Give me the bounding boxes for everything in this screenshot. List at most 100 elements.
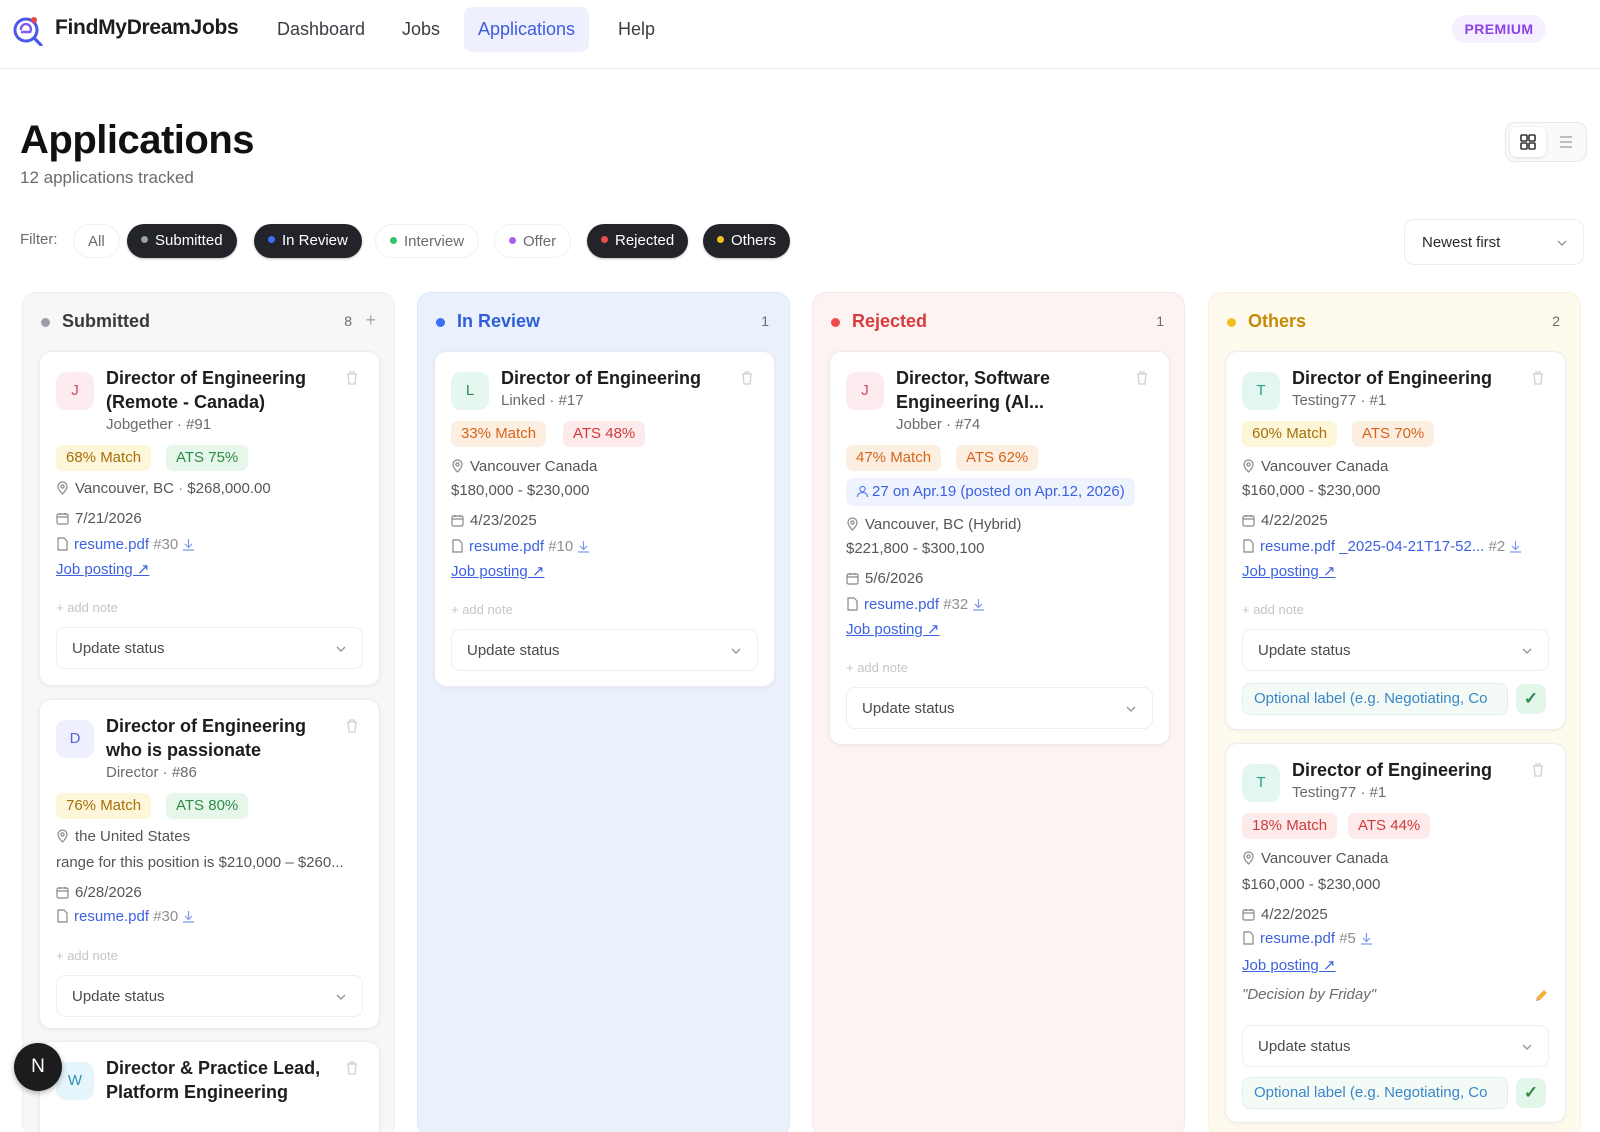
add-card-icon[interactable]: +: [365, 310, 376, 331]
logo-icon[interactable]: [12, 14, 44, 46]
filter-chip-submitted[interactable]: Submitted: [127, 224, 237, 258]
status-placeholder: Update status: [1258, 1038, 1351, 1055]
job-posting-link[interactable]: Job posting ↗: [1242, 563, 1335, 580]
download-icon[interactable]: [182, 538, 195, 551]
pencil-icon[interactable]: [1533, 988, 1549, 1004]
filter-chip-offer[interactable]: Offer: [494, 224, 572, 258]
resume-link[interactable]: resume.pdf: [469, 538, 544, 555]
job-title[interactable]: Director of Engineering: [1292, 758, 1522, 782]
confirm-label-button[interactable]: ✓: [1516, 684, 1546, 714]
location-row: Vancouver, BC · $268,000.00: [56, 480, 271, 497]
nav-help[interactable]: Help: [604, 7, 669, 52]
resume-link[interactable]: resume.pdf: [74, 908, 149, 925]
add-note-button[interactable]: + add note: [451, 602, 513, 617]
job-title[interactable]: Director of Engineering who is passionat…: [106, 714, 336, 762]
job-title[interactable]: Director of Engineering: [1292, 366, 1522, 390]
resume-id: #30: [153, 908, 179, 925]
resume-link[interactable]: resume.pdf: [74, 536, 149, 553]
trash-icon[interactable]: [1531, 762, 1545, 778]
filter-chip-rejected[interactable]: Rejected: [587, 224, 689, 258]
download-icon[interactable]: [182, 910, 195, 923]
sort-select[interactable]: Newest first: [1404, 219, 1584, 265]
applied-date: 7/21/2026: [75, 510, 142, 527]
location-pin-icon: [452, 459, 463, 473]
download-icon[interactable]: [1509, 540, 1522, 553]
column-title: Rejected: [852, 311, 928, 331]
job-title[interactable]: Director, Software Engineering (AI...: [896, 366, 1126, 414]
add-note-button[interactable]: + add note: [846, 660, 908, 675]
salary-row: $180,000 - $230,000: [451, 482, 589, 499]
filter-chip-others[interactable]: Others: [703, 224, 791, 258]
filter-chip-in-review[interactable]: In Review: [254, 224, 362, 258]
chevron-down-icon: [336, 994, 346, 1001]
nav-jobs[interactable]: Jobs: [388, 7, 454, 52]
resume-link[interactable]: resume.pdf: [1260, 930, 1335, 947]
trash-icon[interactable]: [345, 370, 359, 386]
custom-label-input[interactable]: Optional label (e.g. Negotiating, Co: [1242, 1077, 1508, 1109]
board-view-button[interactable]: [1510, 127, 1546, 157]
person-icon: [856, 485, 869, 498]
trash-icon[interactable]: [345, 718, 359, 734]
trash-icon[interactable]: [1135, 370, 1149, 386]
custom-label-input[interactable]: Optional label (e.g. Negotiating, Co: [1242, 683, 1508, 715]
job-posting-link[interactable]: Job posting ↗: [451, 563, 544, 580]
update-status-select[interactable]: Update status: [56, 627, 363, 669]
application-card[interactable]: T Director of Engineering Testing77 · #1…: [1225, 743, 1566, 1123]
nav-applications[interactable]: Applications: [464, 7, 590, 52]
company-meta: Director · #86: [106, 764, 197, 781]
page-subtitle: 12 applications tracked: [20, 168, 194, 187]
trash-icon[interactable]: [740, 370, 754, 386]
resume-link[interactable]: resume.pdf: [864, 596, 939, 613]
job-title[interactable]: Director & Practice Lead, Platform Engin…: [106, 1056, 336, 1104]
chevron-down-icon: [1522, 648, 1532, 655]
applied-date: 5/6/2026: [865, 570, 924, 587]
update-status-select[interactable]: Update status: [451, 629, 758, 671]
document-icon: [1243, 539, 1254, 553]
location-text: Vancouver, BC (Hybrid): [865, 516, 1022, 533]
application-card[interactable]: J Director, Software Engineering (AI... …: [829, 351, 1170, 745]
application-card[interactable]: T Director of Engineering Testing77 · #1…: [1225, 351, 1566, 730]
update-status-select[interactable]: Update status: [1242, 629, 1549, 671]
filter-chip-interview[interactable]: Interview: [375, 224, 480, 258]
update-status-select[interactable]: Update status: [56, 975, 363, 1017]
trash-icon[interactable]: [345, 1060, 359, 1076]
application-card[interactable]: D Director of Engineering who is passion…: [39, 699, 380, 1029]
update-status-select[interactable]: Update status: [1242, 1025, 1549, 1067]
date-row: 7/21/2026: [56, 510, 142, 527]
status-dot-icon: [601, 236, 608, 243]
job-posting-link[interactable]: Job posting ↗: [1242, 957, 1335, 974]
ats-badge: ATS 48%: [563, 421, 646, 447]
location-pin-icon: [847, 517, 858, 531]
download-icon[interactable]: [972, 598, 985, 611]
brand-name[interactable]: FindMyDreamJobs: [55, 16, 239, 40]
nav-dashboard[interactable]: Dashboard: [263, 7, 379, 52]
confirm-label-button[interactable]: ✓: [1516, 1078, 1546, 1108]
list-view-button[interactable]: [1548, 127, 1584, 157]
add-note-button[interactable]: + add note: [56, 600, 118, 615]
chevron-down-icon: [336, 646, 346, 653]
location-pin-icon: [57, 481, 68, 495]
top-navigation-bar: FindMyDreamJobs Dashboard Jobs Applicati…: [0, 0, 1600, 69]
resume-link[interactable]: resume.pdf _2025-04-21T17-52...: [1260, 538, 1484, 555]
job-posting-link[interactable]: Job posting ↗: [846, 621, 939, 638]
job-posting-link[interactable]: Job posting ↗: [56, 561, 149, 578]
download-icon[interactable]: [1360, 932, 1373, 945]
chevron-down-icon: [1557, 240, 1567, 247]
application-card[interactable]: W Director & Practice Lead, Platform Eng…: [39, 1041, 380, 1132]
add-note-button[interactable]: + add note: [1242, 602, 1304, 617]
application-card[interactable]: J Director of Engineering (Remote - Cana…: [39, 351, 380, 686]
premium-badge[interactable]: PREMIUM: [1452, 15, 1546, 43]
filter-chip-all[interactable]: All: [73, 224, 120, 258]
download-icon[interactable]: [577, 540, 590, 553]
column-submitted: Submitted 8 + J Director of Engineering …: [22, 292, 395, 1132]
trash-icon[interactable]: [1531, 370, 1545, 386]
add-note-button[interactable]: + add note: [56, 948, 118, 963]
job-title[interactable]: Director of Engineering: [501, 366, 731, 390]
note-text[interactable]: "Decision by Friday": [1242, 986, 1376, 1003]
status-placeholder: Update status: [72, 640, 165, 657]
job-title[interactable]: Director of Engineering (Remote - Canada…: [106, 366, 336, 414]
update-status-select[interactable]: Update status: [846, 687, 1153, 729]
status-dot-icon: [831, 318, 840, 327]
application-card[interactable]: L Director of Engineering Linked · #17 3…: [434, 351, 775, 687]
user-avatar-button[interactable]: N: [14, 1043, 62, 1091]
